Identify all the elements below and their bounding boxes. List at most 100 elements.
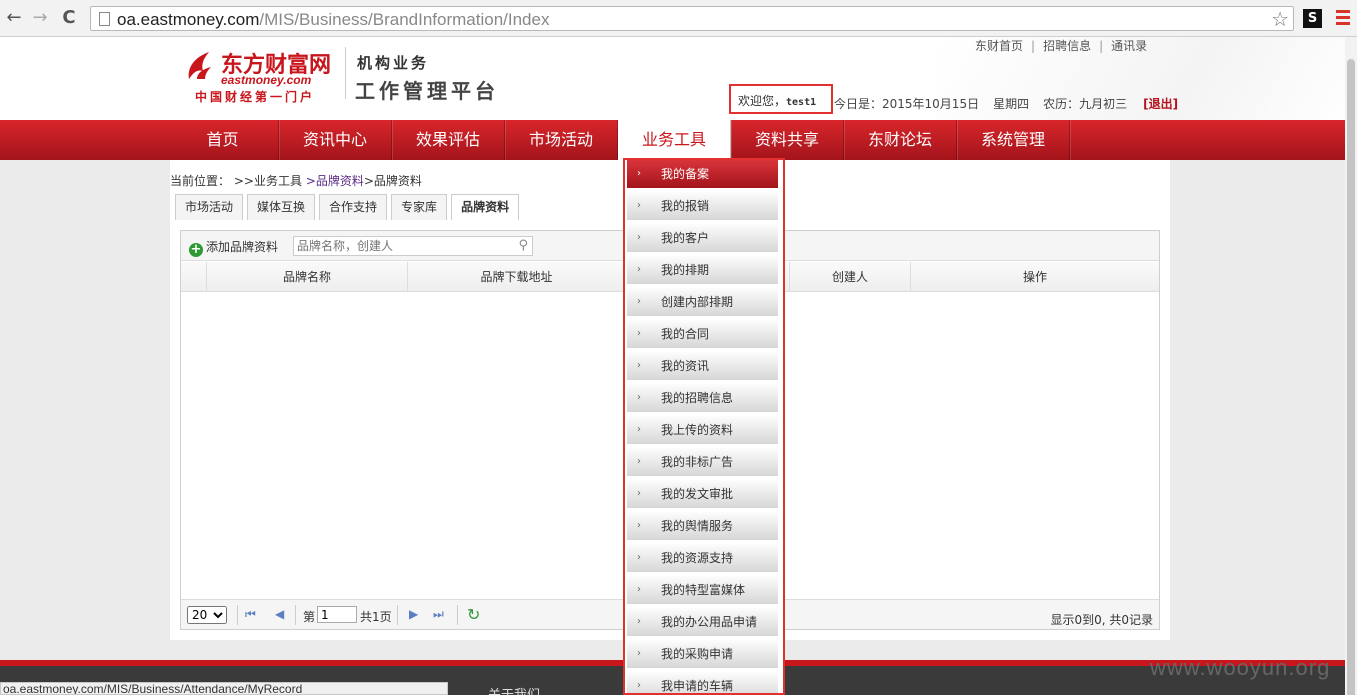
- chevron-right-icon: ›: [637, 488, 641, 499]
- address-bar[interactable]: oa.eastmoney.com/MIS/Business/BrandInfor…: [90, 6, 1294, 31]
- breadcrumb: 当前位置： >>业务工具 >品牌资料>品牌资料: [170, 172, 422, 189]
- main-nav-item[interactable]: 东财论坛: [844, 120, 957, 160]
- dropdown-menu-label: 我的特型富媒体: [661, 583, 746, 597]
- brand-title: 工作管理平台: [355, 79, 499, 103]
- tab-item[interactable]: 专家库: [391, 194, 448, 220]
- bookmark-star-icon[interactable]: ☆: [1271, 7, 1289, 31]
- dropdown-menu-label: 我申请的车辆: [661, 679, 734, 693]
- url-text[interactable]: oa.eastmoney.com/MIS/Business/BrandInfor…: [117, 10, 549, 30]
- chevron-right-icon: ›: [637, 168, 641, 179]
- dropdown-menu-item[interactable]: › 我的非标广告: [627, 448, 778, 476]
- brand-subtitle: 机构业务: [357, 54, 430, 72]
- breadcrumb-business-tools: >>业务工具: [233, 174, 302, 188]
- dropdown-menu-label: 我的备案: [661, 167, 710, 181]
- prev-page-icon[interactable]: ◀: [275, 607, 284, 621]
- weekday-text: 星期四: [993, 97, 1030, 111]
- toplink-contacts[interactable]: 通讯录: [1111, 39, 1147, 53]
- dropdown-menu-item[interactable]: › 创建内部排期: [627, 288, 778, 316]
- chevron-right-icon: ›: [637, 296, 641, 307]
- dropdown-menu-item[interactable]: › 我的资源支持: [627, 544, 778, 572]
- breadcrumb-brand-info-link[interactable]: >品牌资料: [306, 174, 364, 188]
- main-nav-item[interactable]: 系统管理: [957, 120, 1070, 160]
- about-link[interactable]: 关于我们: [488, 684, 540, 695]
- forward-icon[interactable]: →: [30, 8, 50, 28]
- dropdown-menu-label: 我的客户: [661, 231, 710, 245]
- welcome-box: 欢迎您，test1: [729, 84, 833, 114]
- dropdown-menu-item[interactable]: › 我的排期: [627, 256, 778, 284]
- dropdown-menu-label: 我的招聘信息: [661, 391, 734, 405]
- tab-item[interactable]: 合作支持: [319, 194, 388, 220]
- dropdown-menu-item[interactable]: › 我的舆情服务: [627, 512, 778, 540]
- first-page-icon[interactable]: ⏮: [245, 607, 256, 622]
- dropdown-menu-item[interactable]: › 我的备案: [627, 160, 778, 188]
- next-page-icon[interactable]: ▶: [409, 607, 418, 621]
- top-links: 东财首页 | 招聘信息 | 通讯录: [975, 39, 1148, 53]
- main-nav-item[interactable]: 资讯中心: [279, 120, 392, 160]
- page-total: 共1页: [360, 610, 392, 624]
- chevron-right-icon: ›: [637, 616, 641, 627]
- refresh-icon[interactable]: ↻: [467, 605, 480, 624]
- dropdown-menu-label: 我的资源支持: [661, 551, 734, 565]
- dropdown-menu-label: 我的资讯: [661, 359, 710, 373]
- logo-tagline: 中国财经第一门户: [195, 90, 316, 104]
- main-nav-item[interactable]: 市场活动: [505, 120, 618, 160]
- col-actions: 操作: [1022, 270, 1047, 284]
- dropdown-menu-item[interactable]: › 我的采购申请: [627, 640, 778, 668]
- back-icon[interactable]: ←: [4, 8, 24, 28]
- browser-menu-icon[interactable]: [1336, 10, 1350, 28]
- dropdown-menu-item[interactable]: › 我的客户: [627, 224, 778, 252]
- search-input[interactable]: [294, 237, 504, 255]
- tab-item[interactable]: 品牌资料: [451, 194, 520, 220]
- dropdown-menu-item[interactable]: › 我的报销: [627, 192, 778, 220]
- main-nav-item[interactable]: 效果评估: [392, 120, 505, 160]
- logout-link[interactable]: [退出]: [1143, 97, 1178, 111]
- dropdown-menu-item[interactable]: › 我的发文审批: [627, 480, 778, 508]
- add-brand-button[interactable]: + 添加品牌资料: [189, 238, 278, 257]
- tab-item[interactable]: 媒体互换: [247, 194, 316, 220]
- page-scrollbar[interactable]: [1345, 37, 1357, 695]
- tab-item[interactable]: 市场活动: [175, 194, 244, 220]
- welcome-text: 欢迎您，: [738, 94, 787, 108]
- dropdown-menu-label: 我的合同: [661, 327, 710, 341]
- plus-icon: +: [189, 242, 203, 257]
- browser-toolbar: ← → C oa.eastmoney.com/MIS/Business/Bran…: [0, 0, 1357, 37]
- page-icon: [99, 12, 110, 26]
- toplink-home[interactable]: 东财首页: [975, 39, 1023, 53]
- search-icon[interactable]: ⚲: [518, 238, 528, 253]
- dropdown-menu-item[interactable]: › 我的办公用品申请: [627, 608, 778, 636]
- dropdown-menu-item[interactable]: › 我的合同: [627, 320, 778, 348]
- dropdown-menu-label: 创建内部排期: [661, 295, 734, 309]
- logo-divider: [345, 47, 346, 99]
- main-nav-item[interactable]: 业务工具: [618, 120, 731, 160]
- dropdown-menu-item[interactable]: › 我的招聘信息: [627, 384, 778, 412]
- dropdown-menu-label: 我的舆情服务: [661, 519, 734, 533]
- dropdown-menu-item[interactable]: › 我的特型富媒体: [627, 576, 778, 604]
- dropdown-menu-item[interactable]: › 我的资讯: [627, 352, 778, 380]
- watermark: www.wooyun.org: [1150, 655, 1331, 680]
- search-box: ⚲: [293, 236, 533, 256]
- main-nav-item[interactable]: 资料共享: [731, 120, 844, 160]
- chevron-right-icon: ›: [637, 392, 641, 403]
- main-nav: 首页 资讯中心 效果评估 市场活动 业务工具 资料共享 东财论坛 系统管理: [0, 120, 1357, 160]
- chevron-right-icon: ›: [637, 520, 641, 531]
- col-brand-name[interactable]: 品牌名称: [207, 262, 408, 292]
- reload-icon[interactable]: C: [59, 8, 79, 28]
- page-number-input[interactable]: [317, 606, 357, 623]
- col-creator[interactable]: 创建人: [789, 262, 911, 292]
- toplink-jobs[interactable]: 招聘信息: [1043, 39, 1091, 53]
- extension-icon[interactable]: S: [1303, 9, 1322, 28]
- chevron-right-icon: ›: [637, 328, 641, 339]
- last-page-icon[interactable]: ⏭: [433, 607, 444, 622]
- date-text: 今日是：2015年10月15日: [834, 97, 980, 111]
- chevron-right-icon: ›: [637, 424, 641, 435]
- breadcrumb-label: 当前位置：: [170, 174, 231, 188]
- dropdown-menu-item[interactable]: › 我上传的资料: [627, 416, 778, 444]
- main-nav-item[interactable]: 首页: [167, 120, 279, 160]
- scrollbar-thumb[interactable]: [1347, 59, 1355, 695]
- page-size-select[interactable]: 20: [187, 606, 227, 624]
- record-count: 显示0到0, 共0记录: [1050, 613, 1153, 627]
- col-download-url[interactable]: 品牌下载地址: [408, 262, 626, 292]
- dropdown-menu-item[interactable]: › 我申请的车辆: [627, 672, 778, 693]
- dropdown-menu-label: 我的排期: [661, 263, 710, 277]
- username: test1: [786, 97, 817, 108]
